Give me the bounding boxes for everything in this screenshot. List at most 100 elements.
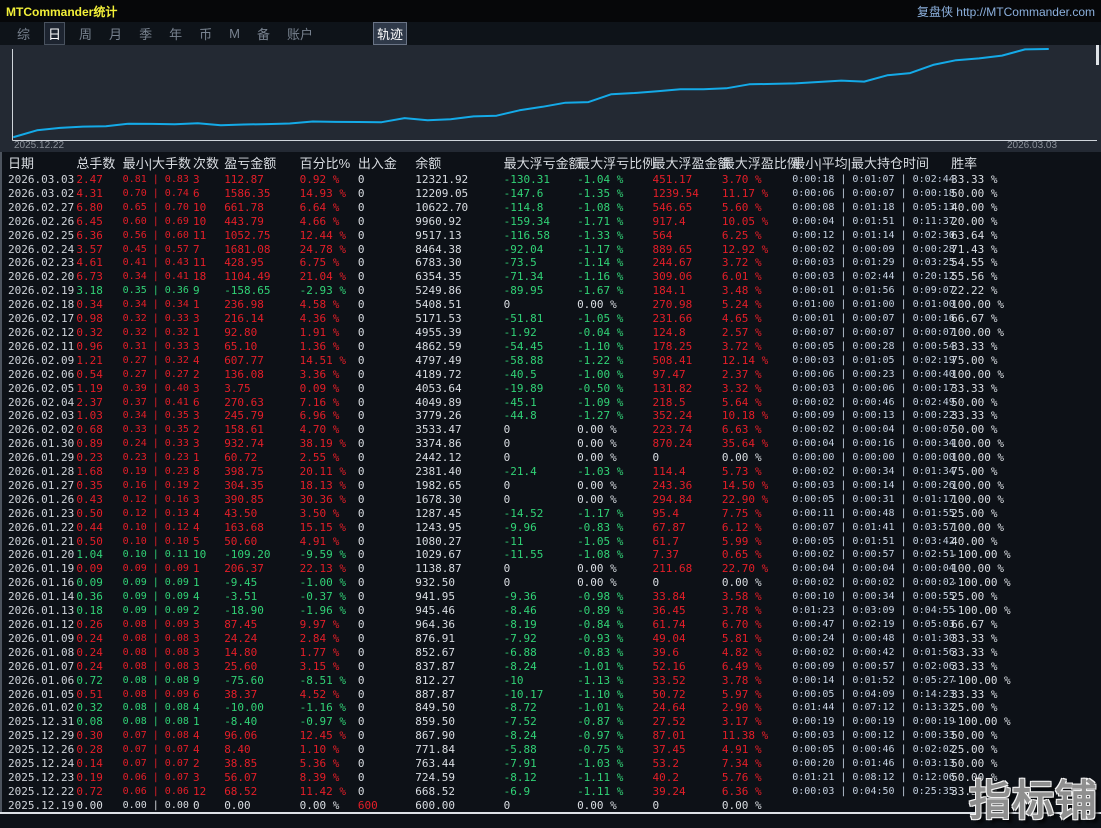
cell-hold-time: 0:00:03 | 0:00:06 | 0:00:17 xyxy=(792,382,955,394)
table-row[interactable]: 2026.02.23 4.61 0.41 | 0.43 11 428.95 6.75 % 0… xyxy=(0,256,1101,270)
menu-item-currency[interactable]: 币 xyxy=(196,23,215,44)
table-row[interactable]: 2026.02.04 2.37 0.37 | 0.41 6 270.63 7.16 % 0 4… xyxy=(0,396,1101,410)
table-row[interactable]: 2026.02.06 0.54 0.27 | 0.27 2 136.08 3.36 % 0 4… xyxy=(0,368,1101,382)
table-row[interactable]: 2025.12.31 0.08 0.08 | 0.08 1 -8.40 -0.97 % 0 8… xyxy=(0,715,1101,729)
table-row[interactable]: 2026.01.13 0.18 0.09 | 0.09 2 -18.90 -1.96 % 0… xyxy=(0,604,1101,618)
menu-item-month[interactable]: 月 xyxy=(106,23,125,44)
cell-pnl-pct: -9.59 % xyxy=(299,548,346,562)
table-row[interactable]: 2026.01.09 0.24 0.08 | 0.08 3 24.24 2.84 % 0 87… xyxy=(0,632,1101,646)
table-row[interactable]: 2026.01.20 1.04 0.10 | 0.11 10 -109.20 -9.59 … xyxy=(0,548,1101,562)
table-row[interactable]: 2026.01.08 0.24 0.08 | 0.08 3 14.80 1.77 % 0 85… xyxy=(0,646,1101,660)
table-row[interactable]: 2026.01.07 0.24 0.08 | 0.08 3 25.60 3.15 % 0 83… xyxy=(0,660,1101,674)
table-row[interactable]: 2026.02.11 0.96 0.31 | 0.33 3 65.10 1.36 % 0 48… xyxy=(0,340,1101,354)
cell-win-rate: -100.00 % xyxy=(951,715,1011,729)
menu-item-m[interactable]: M xyxy=(226,25,243,42)
cell-win-rate: 63.64 % xyxy=(951,228,998,242)
cell-min-max-lots: 0.10 | 0.12 xyxy=(122,521,189,533)
cell-hold-time: 0:00:02 | 0:00:04 | 0:00:07 xyxy=(792,424,955,436)
table-row[interactable]: 2026.02.17 0.98 0.32 | 0.33 3 216.14 4.36 % 0 5… xyxy=(0,312,1101,326)
menu-item-year[interactable]: 年 xyxy=(166,23,185,44)
table-row[interactable]: 2026.02.25 6.36 0.56 | 0.60 11 1052.75 12.44 … xyxy=(0,229,1101,243)
table-row[interactable]: 2026.02.05 1.19 0.39 | 0.40 3 3.75 0.09 % 0 405… xyxy=(0,382,1101,396)
menu-item-quarter[interactable]: 季 xyxy=(136,23,155,44)
cell-min-max-lots: 0.31 | 0.33 xyxy=(122,340,189,352)
cell-balance: 964.36 xyxy=(415,618,455,631)
table-row[interactable]: 2026.02.12 0.32 0.32 | 0.32 1 92.80 1.91 % 0 49… xyxy=(0,326,1101,340)
table-row[interactable]: 2025.12.29 0.30 0.07 | 0.08 4 96.06 12.45 % 0 8… xyxy=(0,729,1101,743)
table-row[interactable]: 2026.02.03 1.03 0.34 | 0.35 3 245.79 6.96 % 0 3… xyxy=(0,409,1101,423)
menu-item-trajectory[interactable]: 轨迹 xyxy=(372,22,407,45)
table-row[interactable]: 2026.02.02 0.68 0.33 | 0.35 2 158.61 4.70 % 0 3… xyxy=(0,423,1101,437)
table-row[interactable]: 2026.01.05 0.51 0.08 | 0.09 6 38.37 4.52 % 0 88… xyxy=(0,688,1101,702)
table-row[interactable]: 2026.02.20 6.73 0.34 | 0.41 18 1104.49 21.04 … xyxy=(0,270,1101,284)
cell-pnl-pct: 0.00 % xyxy=(299,798,340,812)
cell-min-max-lots: 0.39 | 0.40 xyxy=(122,382,189,394)
table-row[interactable]: 2026.01.12 0.26 0.08 | 0.09 3 87.45 9.97 % 0 96… xyxy=(0,618,1101,632)
cell-hold-time: 0:00:07 | 0:00:07 | 0:00:07 xyxy=(792,326,955,338)
table-row[interactable]: 2026.03.03 2.47 0.81 | 0.83 3 112.87 0.92 % 0 1… xyxy=(0,173,1101,187)
cell-hold-time: 0:00:06 | 0:00:07 | 0:00:18 xyxy=(792,187,955,199)
cell-max-float-loss-pct: -1.09 % xyxy=(577,395,624,409)
cell-pnl-pct: -1.00 % xyxy=(299,576,346,590)
cell-max-float-loss: 0 xyxy=(503,576,511,590)
cell-max-float-loss: 0 xyxy=(503,451,511,465)
menu-item-day[interactable]: 日 xyxy=(44,22,66,45)
table-row[interactable]: 2026.01.06 0.72 0.08 | 0.08 9 -75.60 -8.51 % 0… xyxy=(0,674,1101,688)
table-row[interactable]: 2025.12.24 0.14 0.07 | 0.07 2 38.85 5.36 % 0 76… xyxy=(0,757,1101,771)
table-row[interactable]: 2026.01.27 0.35 0.16 | 0.19 2 304.35 18.13 % 0… xyxy=(0,479,1101,493)
cell-deposit-withdraw: 0 xyxy=(357,173,365,186)
table-row[interactable]: 2026.01.23 0.50 0.12 | 0.13 4 43.50 3.50 % 0 12… xyxy=(0,507,1101,521)
table-row[interactable]: 2026.02.19 3.18 0.35 | 0.36 9 -158.65 -2.93 %… xyxy=(0,284,1101,298)
cell-date: 2026.01.08 xyxy=(8,645,75,659)
cell-hold-time: 0:00:11 | 0:00:48 | 0:01:55 xyxy=(792,507,955,519)
menu-item-summary[interactable]: 综 xyxy=(14,23,33,44)
scrollbar-thumb[interactable] xyxy=(1096,45,1099,65)
table-row[interactable]: 2025.12.22 0.72 0.06 | 0.06 12 68.52 11.42 % 0… xyxy=(0,785,1101,799)
cell-min-max-lots: 0.08 | 0.08 xyxy=(122,716,189,728)
cell-max-float-loss: -10.17 xyxy=(503,687,544,701)
cell-hold-time: 0:00:02 | 0:00:34 | 0:01:34 xyxy=(792,466,955,478)
table-row[interactable]: 2026.01.16 0.09 0.09 | 0.09 1 -9.45 -1.00 % 0 9… xyxy=(0,576,1101,590)
table-row[interactable]: 2026.01.26 0.43 0.12 | 0.16 3 390.85 30.36 % 0… xyxy=(0,493,1101,507)
cell-max-float-loss: -58.88 xyxy=(503,353,544,367)
table-row[interactable]: 2026.02.09 1.21 0.27 | 0.32 4 607.77 14.51 % 0… xyxy=(0,354,1101,368)
cell-deposit-withdraw: 0 xyxy=(357,729,365,743)
table-row[interactable]: 2026.01.21 0.50 0.10 | 0.10 5 50.60 4.91 % 0 10… xyxy=(0,535,1101,549)
app-title: MTCommander统计 xyxy=(6,4,118,19)
cell-max-float-loss-pct: -0.87 % xyxy=(577,715,624,729)
cell-pnl: 92.80 xyxy=(224,325,258,339)
cell-max-float-loss-pct: -1.03 % xyxy=(577,757,624,771)
table-row[interactable]: 2026.01.28 1.68 0.19 | 0.23 8 398.75 20.11 % 0… xyxy=(0,465,1101,479)
table-row[interactable]: 2026.01.02 0.32 0.08 | 0.08 4 -10.00 -1.16 % 0… xyxy=(0,701,1101,715)
table-row[interactable]: 2026.01.30 0.89 0.24 | 0.33 3 932.74 38.19 % 0… xyxy=(0,437,1101,451)
cell-trades: 9 xyxy=(193,673,200,687)
table-row[interactable]: 2025.12.23 0.19 0.06 | 0.07 3 56.07 8.39 % 0 72… xyxy=(0,771,1101,785)
table-row[interactable]: 2026.01.19 0.09 0.09 | 0.09 1 206.37 22.13 % 0… xyxy=(0,562,1101,576)
table-row[interactable]: 2026.02.24 3.57 0.45 | 0.57 7 1681.08 24.78 %… xyxy=(0,243,1101,257)
table-row[interactable]: 2026.02.27 6.80 0.65 | 0.70 10 661.78 6.64 % 0… xyxy=(0,201,1101,215)
cell-hold-time: 0:00:04 | 0:00:04 | 0:00:04 xyxy=(792,563,955,575)
cell-total-lots: 2.47 xyxy=(76,173,103,186)
table-row[interactable]: 2026.02.26 6.45 0.60 | 0.69 10 443.79 4.66 % 0… xyxy=(0,215,1101,229)
table-row[interactable]: 2026.01.22 0.44 0.10 | 0.12 4 163.68 15.15 % 0… xyxy=(0,521,1101,535)
table-row[interactable]: 2025.12.26 0.28 0.07 | 0.07 4 8.40 1.10 % 0 771… xyxy=(0,743,1101,757)
table-row[interactable]: 2026.01.29 0.23 0.23 | 0.23 1 60.72 2.55 % 0 24… xyxy=(0,451,1101,465)
table-row[interactable]: 2026.02.18 0.34 0.34 | 0.34 1 236.98 4.58 % 0 5… xyxy=(0,298,1101,312)
cell-pnl: 443.79 xyxy=(224,214,264,228)
cell-total-lots: 0.09 xyxy=(76,576,103,590)
menu-item-account[interactable]: 账户 xyxy=(284,23,316,44)
cell-hold-time: 0:00:06 | 0:00:23 | 0:00:40 xyxy=(792,368,955,380)
menu-item-backup[interactable]: 备 xyxy=(254,23,273,44)
cell-win-rate: 100.00 % xyxy=(951,451,1005,465)
col-header-pnl-pct: 百分比% xyxy=(299,156,351,171)
table-row[interactable]: 2026.03.02 4.31 0.70 | 0.74 6 1586.35 14.93 %… xyxy=(0,187,1101,201)
cell-min-max-lots: 0.12 | 0.13 xyxy=(122,507,189,519)
table-row[interactable]: 2026.01.14 0.36 0.09 | 0.09 4 -3.51 -0.37 % 0 9… xyxy=(0,590,1101,604)
col-header-date: 日期 xyxy=(8,156,35,171)
cell-balance: 2442.12 xyxy=(415,451,462,465)
cell-max-float-loss: -71.34 xyxy=(503,270,544,284)
brand-link[interactable]: 复盘侠 http://MTCommander.com xyxy=(917,3,1095,20)
table-row[interactable]: 2025.12.19 0.00 0.00 | 0.00 0 0.00 0.00 % 600 6… xyxy=(0,799,1101,813)
menu-item-week[interactable]: 周 xyxy=(76,23,95,44)
cell-balance: 849.50 xyxy=(415,701,455,715)
